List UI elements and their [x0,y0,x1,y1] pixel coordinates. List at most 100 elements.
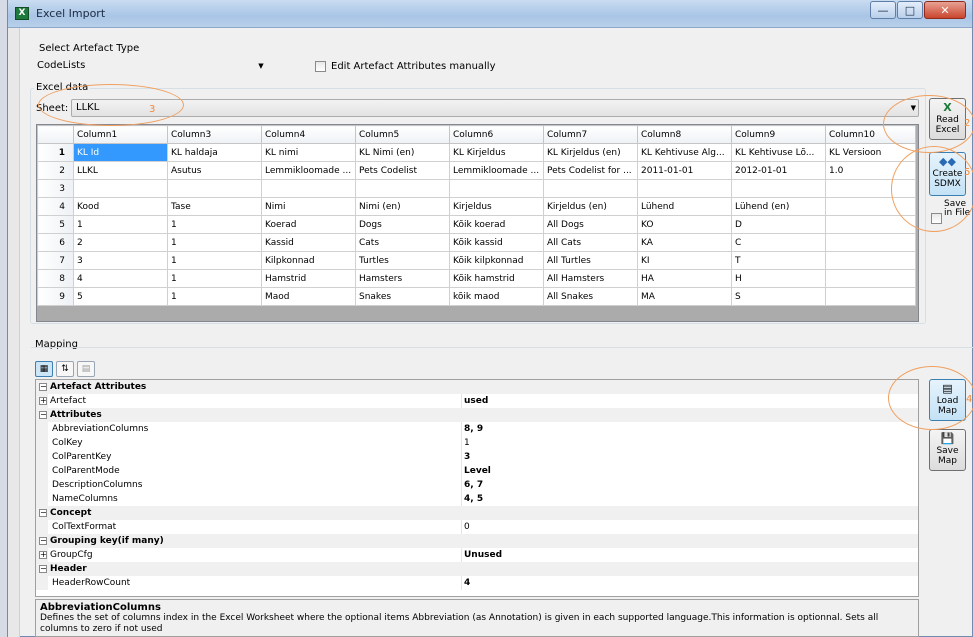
table-cell[interactable]: Kõik kilpkonnad [449,251,544,270]
table-cell[interactable] [825,233,916,252]
table-cell[interactable]: Cats [355,233,450,252]
property-value[interactable]: 4, 5 [464,492,483,506]
property-value[interactable]: 0 [464,520,470,534]
table-cell[interactable] [73,179,168,198]
table-cell[interactable]: Kõik hamstrid [449,269,544,288]
table-cell[interactable]: Asutus [167,161,262,180]
artefact-type-select[interactable]: CodeLists ▼ [33,58,269,74]
table-row[interactable]: 5 1 1 Koerad Dogs Kõik koerad All Dogs KO D [37,215,916,234]
table-cell[interactable]: H [731,269,826,288]
table-cell[interactable]: KA [637,233,732,252]
row-header[interactable]: 6 [37,233,74,252]
table-cell[interactable]: Maod [261,287,356,306]
property-row[interactable]: DescriptionColumns 6, 7 [36,478,918,492]
table-cell[interactable]: 2012-01-01 [731,161,826,180]
column-header[interactable]: Column4 [261,125,356,144]
table-cell[interactable]: 2 [73,233,168,252]
table-cell[interactable]: Hamstrid [261,269,356,288]
table-cell[interactable] [825,269,916,288]
row-header[interactable]: 5 [37,215,74,234]
property-value[interactable]: 1 [464,436,470,450]
table-cell[interactable]: Kassid [261,233,356,252]
collapse-icon[interactable]: − [39,411,47,419]
table-cell[interactable]: KO [637,215,732,234]
property-value[interactable]: Level [464,464,491,478]
table-cell[interactable]: Kõik kassid [449,233,544,252]
property-row[interactable]: ColParentKey 3 [36,450,918,464]
table-row[interactable]: 3 [37,179,916,198]
table-cell[interactable]: 1 [167,233,262,252]
property-row[interactable]: ColTextFormat 0 [36,520,918,534]
table-cell[interactable]: Pets Codelist [355,161,450,180]
collapse-icon[interactable]: − [39,509,47,517]
edit-attributes-checkbox[interactable] [315,61,326,72]
table-cell[interactable]: kõik maod [449,287,544,306]
expand-icon[interactable]: + [39,551,47,559]
table-cell[interactable]: All Dogs [543,215,638,234]
maximize-button[interactable]: □ [897,1,923,19]
property-row[interactable]: + Artefact used [36,394,918,408]
sort-alphabetical-icon[interactable]: ⇅ [56,361,74,377]
row-header[interactable]: 1 [37,143,74,162]
property-value[interactable]: used [464,394,488,408]
table-cell[interactable]: Nimi [261,197,356,216]
table-cell[interactable] [543,179,638,198]
table-cell[interactable]: All Turtles [543,251,638,270]
save-map-button[interactable]: 💾 Save Map [929,429,966,471]
row-header[interactable]: 2 [37,161,74,180]
row-header[interactable]: 9 [37,287,74,306]
table-cell[interactable]: Dogs [355,215,450,234]
table-cell[interactable]: 1 [167,269,262,288]
property-category[interactable]: − Attributes [36,408,918,422]
table-cell[interactable] [637,179,732,198]
table-cell[interactable]: Lemmikloomade ... [261,161,356,180]
table-cell[interactable]: Lemmikloomade ... [449,161,544,180]
table-cell[interactable]: KL Kehtivuse Alg... [637,143,732,162]
table-cell[interactable]: Lühend (en) [731,197,826,216]
table-cell[interactable]: KL Id [73,143,168,162]
table-cell[interactable]: Nimi (en) [355,197,450,216]
table-cell[interactable]: All Cats [543,233,638,252]
expand-icon[interactable]: + [39,397,47,405]
table-cell[interactable]: Pets Codelist for ... [543,161,638,180]
minimize-button[interactable]: — [870,1,896,19]
table-cell[interactable]: HA [637,269,732,288]
property-value[interactable]: 3 [464,450,470,464]
table-cell[interactable]: 1 [167,215,262,234]
table-cell[interactable]: 1 [167,251,262,270]
table-cell[interactable]: Kõik koerad [449,215,544,234]
table-cell[interactable]: KL Kirjeldus (en) [543,143,638,162]
table-row[interactable]: 1 KL Id KL haldaja KL nimi KL Nimi (en) KL Ki… [37,143,916,162]
table-cell[interactable]: 1 [167,287,262,306]
property-row[interactable]: NameColumns 4, 5 [36,492,918,506]
property-category[interactable]: − Artefact Attributes [36,380,918,394]
column-header[interactable]: Column7 [543,125,638,144]
property-category[interactable]: − Grouping key(if many) [36,534,918,548]
table-cell[interactable]: KI [637,251,732,270]
table-cell[interactable]: All Hamsters [543,269,638,288]
table-cell[interactable]: MA [637,287,732,306]
property-row[interactable]: HeaderRowCount 4 [36,576,918,590]
property-row[interactable]: ColParentMode Level [36,464,918,478]
property-pages-icon[interactable]: ▤ [77,361,95,377]
table-cell[interactable]: 2011-01-01 [637,161,732,180]
table-cell[interactable] [731,179,826,198]
table-row[interactable]: 9 5 1 Maod Snakes kõik maod All Snakes MA S [37,287,916,306]
table-cell[interactable]: Kood [73,197,168,216]
table-row[interactable]: 6 2 1 Kassid Cats Kõik kassid All Cats KA C [37,233,916,252]
table-cell[interactable]: LLKL [73,161,168,180]
table-cell[interactable] [355,179,450,198]
table-cell[interactable]: 4 [73,269,168,288]
property-category[interactable]: − Header [36,562,918,576]
property-value[interactable]: 6, 7 [464,478,483,492]
row-header[interactable]: 3 [37,179,74,198]
table-cell[interactable] [825,287,916,306]
table-cell[interactable]: C [731,233,826,252]
table-row[interactable]: 2 LLKL Asutus Lemmikloomade ... Pets Codelis… [37,161,916,180]
table-cell[interactable]: All Snakes [543,287,638,306]
property-row[interactable]: ColKey 1 [36,436,918,450]
table-cell[interactable]: Snakes [355,287,450,306]
table-cell[interactable]: 3 [73,251,168,270]
property-value[interactable]: 8, 9 [464,422,483,436]
table-cell[interactable]: T [731,251,826,270]
